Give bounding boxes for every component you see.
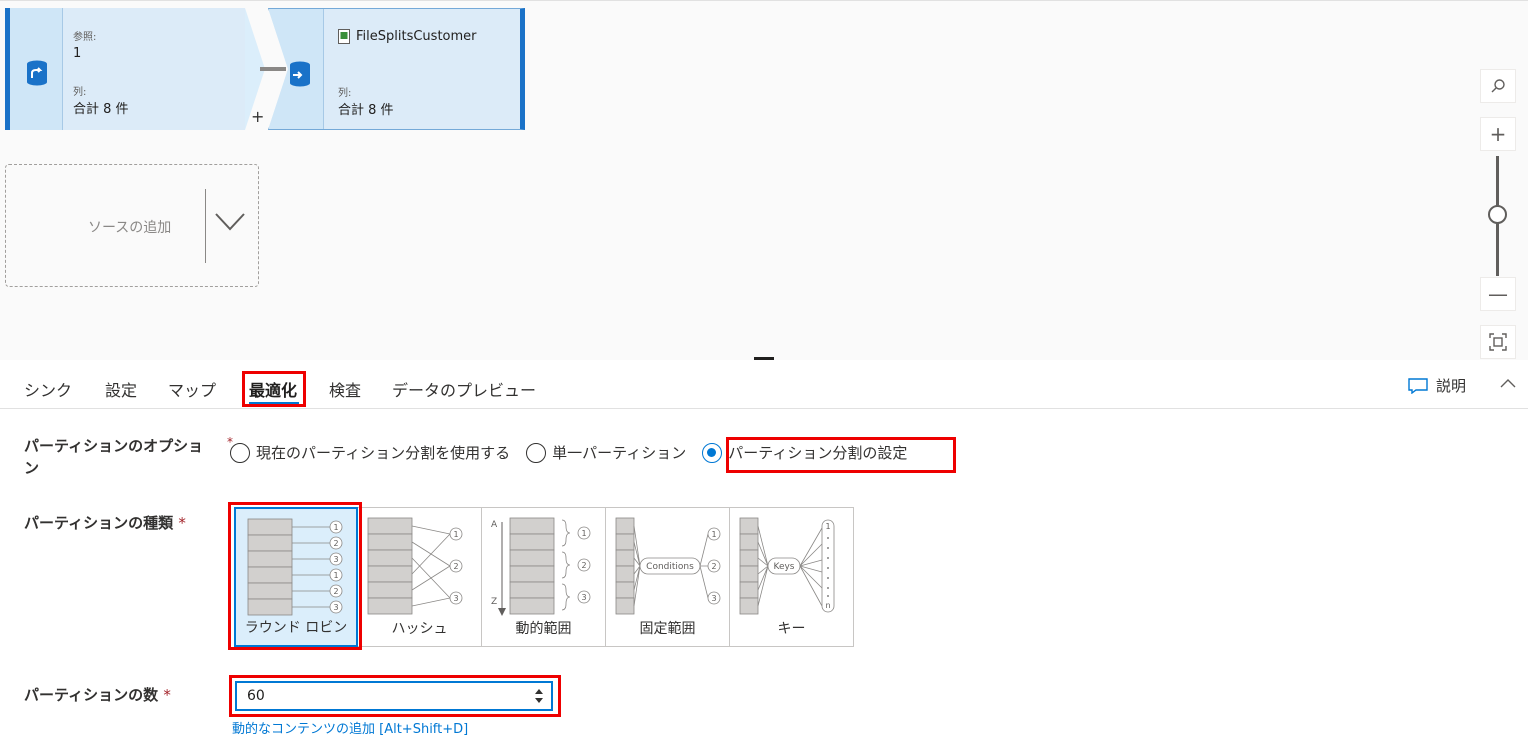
zoom-in-button[interactable]: + (1480, 117, 1516, 151)
tile-label: 動的範囲 (515, 621, 572, 637)
zoom-slider-thumb[interactable] (1488, 205, 1507, 224)
chevron-down-icon[interactable] (214, 211, 246, 233)
svg-text:2: 2 (453, 562, 458, 571)
add-source-label: ソースの追加 (88, 220, 172, 236)
add-source-box[interactable]: ソースの追加 (5, 164, 259, 287)
fit-screen-icon (1489, 333, 1507, 351)
diagram-label-conditions: Conditions (646, 562, 694, 572)
reference-node[interactable]: 参照: 1 列: 合計 8 件 (5, 8, 265, 130)
cols-label: 列: (73, 87, 87, 98)
hash-diagram-icon: 1 2 3 (367, 517, 463, 615)
reference-db-icon (27, 60, 47, 86)
fit-to-screen-button[interactable] (1480, 325, 1516, 359)
sink-cols-value: 合計 8 件 (338, 103, 394, 118)
partition-type-key[interactable]: Keys 1 n キー (730, 507, 854, 647)
radio-current-partitioning[interactable]: 現在のパーティション分割を使用する (230, 442, 510, 463)
diagram-label-a: A (491, 520, 498, 530)
highlight-box-option (726, 437, 956, 473)
tile-label: ハッシュ (391, 621, 448, 637)
comment-icon (1408, 377, 1428, 394)
dynamic-content-link[interactable]: 動的なコンテンツの追加 [Alt+Shift+D] (232, 718, 468, 737)
radio-label: 現在のパーティション分割を使用する (256, 444, 511, 462)
diagram-label-z: Z (491, 597, 497, 607)
highlight-box-count (229, 675, 561, 717)
tile-label: 固定範囲 (639, 621, 696, 637)
radio-circle (526, 442, 547, 463)
svg-text:2: 2 (711, 562, 716, 571)
tab-inspect[interactable]: 検査 (329, 377, 361, 401)
sink-cols-label: 列: (338, 88, 352, 99)
search-button[interactable] (1480, 69, 1516, 103)
sink-db-icon (290, 61, 310, 87)
tab-bar: シンク 設定 マップ 最適化 検査 データのプレビュー 説明 (0, 361, 1528, 409)
svg-text:3: 3 (581, 593, 586, 602)
svg-text:1: 1 (581, 529, 586, 538)
tab-sink[interactable]: シンク (24, 377, 72, 401)
partition-type-label: パーティションの種類 * (24, 514, 186, 532)
key-diagram-icon: Keys 1 n (739, 517, 835, 615)
chevron-up-icon[interactable] (1500, 377, 1516, 389)
explain-label: 説明 (1436, 377, 1467, 395)
partition-count-label: パーティションの数 * (24, 686, 171, 704)
highlight-box-tab (242, 371, 306, 407)
search-icon (1491, 79, 1505, 93)
diagram-label-n: n (825, 601, 830, 610)
diagram-label-keys: Keys (773, 562, 794, 572)
tab-data-preview[interactable]: データのプレビュー (392, 377, 536, 401)
tab-settings[interactable]: 設定 (105, 377, 137, 401)
partition-type-hash[interactable]: 1 2 3 ハッシュ (358, 507, 482, 647)
partition-option-label: パーティションのオプショ ン (24, 437, 204, 477)
radio-label: 単一パーティション (552, 444, 687, 462)
sink-node[interactable]: FileSplitsCustomer 列: 合計 8 件 (268, 8, 525, 130)
file-icon (338, 29, 350, 44)
partition-type-fixed-range[interactable]: Conditions 1 2 3 固定範囲 (606, 507, 730, 647)
svg-text:3: 3 (711, 594, 716, 603)
panel-resize-handle[interactable] (754, 357, 774, 360)
sink-title: FileSplitsCustomer (356, 29, 477, 44)
tile-label: キー (777, 621, 806, 637)
svg-text:1: 1 (453, 530, 458, 539)
ref-value: 1 (73, 46, 82, 61)
explain-button[interactable]: 説明 (1408, 375, 1466, 396)
ref-label: 参照: (73, 32, 97, 43)
radio-single-partition[interactable]: 単一パーティション (526, 442, 686, 463)
zoom-out-button[interactable]: — (1480, 277, 1516, 311)
dynamic-range-diagram-icon: A Z 1 2 3 (491, 517, 591, 616)
tab-mapping[interactable]: マップ (168, 377, 216, 401)
data-flow-canvas: 参照: 1 列: 合計 8 件 + FileSplitsCustomer 列: … (0, 0, 1528, 360)
node-connector (260, 67, 286, 71)
highlight-box-type (228, 502, 362, 650)
radio-circle (230, 442, 250, 463)
cols-value: 合計 8 件 (73, 102, 129, 117)
svg-text:3: 3 (453, 594, 458, 603)
svg-text:1: 1 (825, 522, 830, 531)
fixed-range-diagram-icon: Conditions 1 2 3 (615, 517, 721, 615)
add-transform-plus[interactable]: + (251, 107, 264, 126)
zoom-in-icon: + (1489, 122, 1507, 146)
svg-text:1: 1 (711, 530, 716, 539)
radio-circle-selected (702, 442, 723, 463)
partition-type-dynamic-range[interactable]: A Z 1 2 3 動的範囲 (482, 507, 606, 647)
svg-text:2: 2 (581, 561, 586, 570)
zoom-out-icon: — (1488, 282, 1508, 306)
